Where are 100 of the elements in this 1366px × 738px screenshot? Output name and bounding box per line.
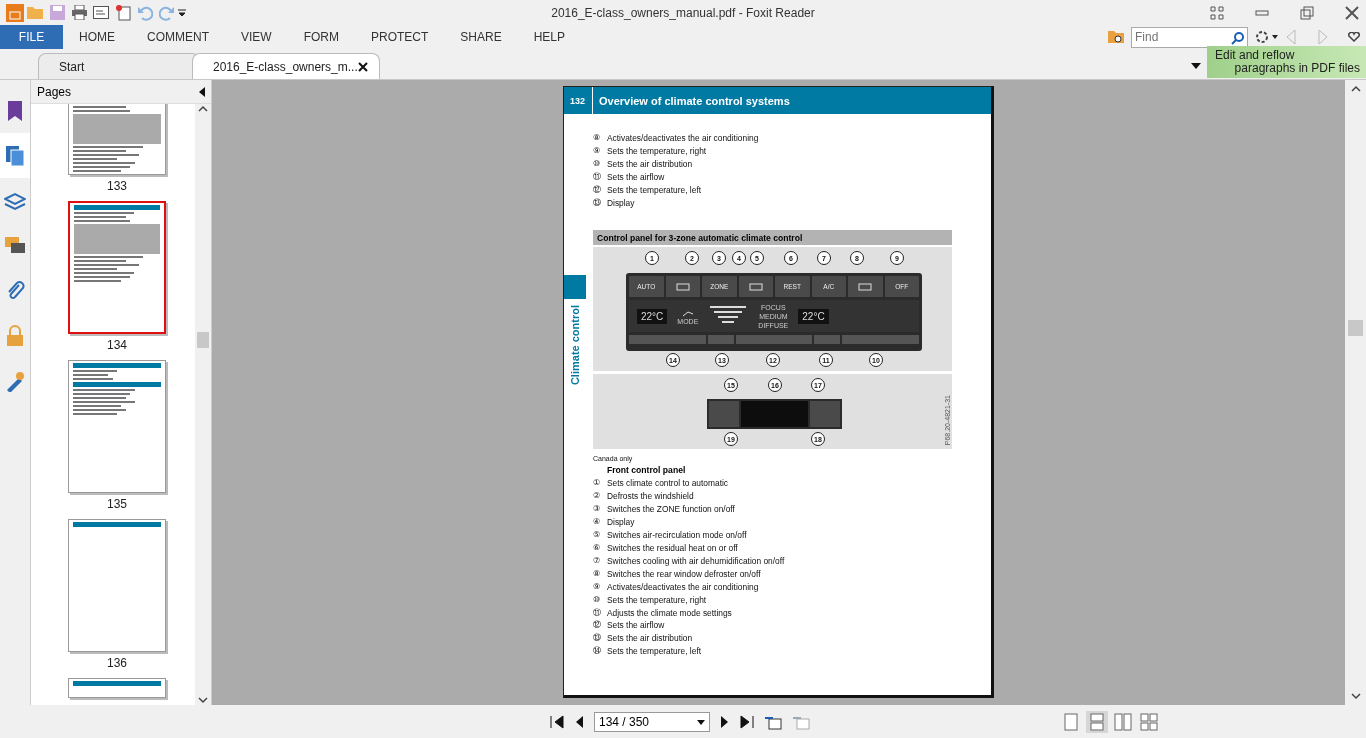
list-marker: ⑬ [593, 632, 602, 645]
printer-icon[interactable] [70, 5, 88, 20]
list-marker: ⑤ [593, 529, 601, 542]
list-marker: ⑧ [593, 567, 601, 580]
scroll-down-icon[interactable] [198, 695, 208, 705]
list-marker: ③ [593, 503, 601, 516]
new-page-icon[interactable] [115, 4, 131, 21]
view-mode-button[interactable] [1138, 710, 1160, 733]
panel-key [709, 401, 739, 428]
page-number: 133 [107, 179, 127, 193]
paperclip-icon[interactable] [5, 279, 25, 302]
scrollbar-thumb[interactable] [1348, 320, 1363, 336]
close-icon[interactable] [357, 61, 368, 72]
restore-icon[interactable] [1300, 5, 1314, 20]
section-heading: Control panel for 3-zone automatic climate control [593, 230, 952, 246]
page-thumbnail[interactable] [68, 104, 166, 175]
list-text: Sets the airflow [607, 170, 665, 184]
symbol-icon [858, 282, 873, 291]
pages-icon[interactable] [5, 144, 25, 167]
page-number-field[interactable]: 134 / 350 [594, 711, 710, 732]
menu-tab[interactable]: FILE [0, 25, 63, 49]
menu-tab[interactable]: SHARE [444, 25, 518, 49]
page-number: 134 [107, 338, 127, 352]
promo-text: paragraphs in PDF files [1233, 62, 1360, 75]
folder-search-icon[interactable] [1107, 29, 1125, 45]
list-marker: ⑩ [593, 157, 601, 170]
panel-key [707, 335, 734, 345]
promo-text: Edit and reflow [1215, 49, 1296, 62]
page-number: 132 [564, 87, 593, 114]
list-text: Sets the temperature, left [607, 645, 702, 659]
scroll-up-icon[interactable] [1350, 84, 1361, 94]
symbol-icon [748, 282, 763, 291]
list-text: Defrosts the windshield [607, 490, 694, 504]
panel-key [814, 335, 841, 345]
menu-tab[interactable]: PROTECT [355, 25, 445, 49]
list-text: Activates/deactivates the air conditioning [607, 132, 759, 145]
previous-page-icon[interactable] [574, 714, 584, 729]
list-text: Switches the ZONE function on/off [607, 503, 735, 517]
symbol-icon [675, 282, 690, 291]
layers-icon[interactable] [4, 190, 26, 211]
scrollbar-thumb[interactable] [197, 332, 209, 348]
view-mode-button[interactable] [1086, 710, 1108, 733]
list-text: Sets the temperature, right [607, 593, 707, 607]
list-marker: ④ [593, 516, 601, 529]
page-number: 135 [107, 497, 127, 511]
search-icon[interactable] [1231, 30, 1245, 45]
find-field[interactable]: Find [1131, 26, 1248, 48]
page-number: 136 [107, 656, 127, 670]
page-thumbnail[interactable] [68, 678, 166, 698]
app-logo-icon [6, 3, 24, 22]
page-thumbnail[interactable] [68, 519, 166, 652]
side-tab-label: Climate control [569, 305, 581, 386]
dropdown-icon[interactable] [697, 719, 705, 725]
scroll-down-icon[interactable] [1350, 691, 1361, 701]
list-text: Sets the airflow [607, 619, 665, 633]
list-marker: ⑨ [593, 144, 601, 157]
page-thumbnail[interactable] [68, 360, 166, 493]
page-thumbnail[interactable] [68, 201, 166, 334]
comment-icon[interactable] [4, 235, 26, 256]
settings-icon[interactable] [1254, 29, 1278, 45]
list-text: Sets the air distribution [607, 632, 693, 646]
list-marker: ⑪ [593, 606, 602, 619]
next-page-icon[interactable] [720, 714, 730, 729]
list-text: Adjusts the climate mode settings [607, 606, 732, 620]
list-marker: ⑦ [593, 554, 601, 567]
list-text: Sets the air distribution [607, 157, 693, 171]
display-screen [741, 401, 808, 428]
list-text: Sets climate control to automatic [607, 477, 729, 491]
sidebar-tool[interactable] [0, 133, 30, 178]
list-marker: ⑫ [593, 183, 602, 196]
close-icon[interactable] [1344, 5, 1360, 20]
dropdown-icon[interactable] [1191, 63, 1201, 69]
scroll-up-icon[interactable] [198, 104, 208, 114]
menu-tab[interactable]: COMMENT [131, 25, 225, 49]
menu-tab[interactable]: HELP [517, 25, 582, 49]
document-tab[interactable]: 2016_E-class_owners_m... [192, 53, 380, 79]
first-page-icon[interactable] [550, 714, 564, 729]
list-text: Sets the temperature, right [607, 144, 707, 158]
side-tab-marker [564, 275, 586, 299]
list-text: Switches cooling with air dehumidification on/off [607, 554, 785, 568]
heart-icon[interactable] [1348, 32, 1360, 42]
window-title: 2016_E-class_owners_manual.pdf - Foxit Reader [550, 5, 816, 20]
list-text: Activates/deactivates the air conditioning [607, 580, 759, 594]
list-marker: ⑪ [593, 170, 602, 183]
fullscreen-icon[interactable] [1210, 5, 1224, 20]
promo-banner[interactable]: Edit and reflow paragraphs in PDF files [1207, 46, 1366, 78]
subheading: Front control panel [606, 464, 687, 478]
last-page-icon[interactable] [740, 714, 754, 729]
list-marker: ⑨ [593, 580, 601, 593]
list-marker: ⑥ [593, 541, 601, 554]
menu-tab[interactable]: FORM [287, 25, 355, 49]
list-text: Switches the residual heat on or off [607, 541, 738, 555]
collapse-icon[interactable] [199, 86, 205, 97]
bookmark-icon[interactable] [6, 99, 24, 122]
document-icon[interactable] [93, 6, 109, 19]
panel-title: Pages [37, 84, 72, 99]
menu-tab[interactable]: HOME [63, 25, 131, 49]
list-text: Display [607, 196, 635, 210]
dropdown-icon[interactable] [178, 8, 186, 17]
menu-tab[interactable]: VIEW [225, 25, 288, 49]
